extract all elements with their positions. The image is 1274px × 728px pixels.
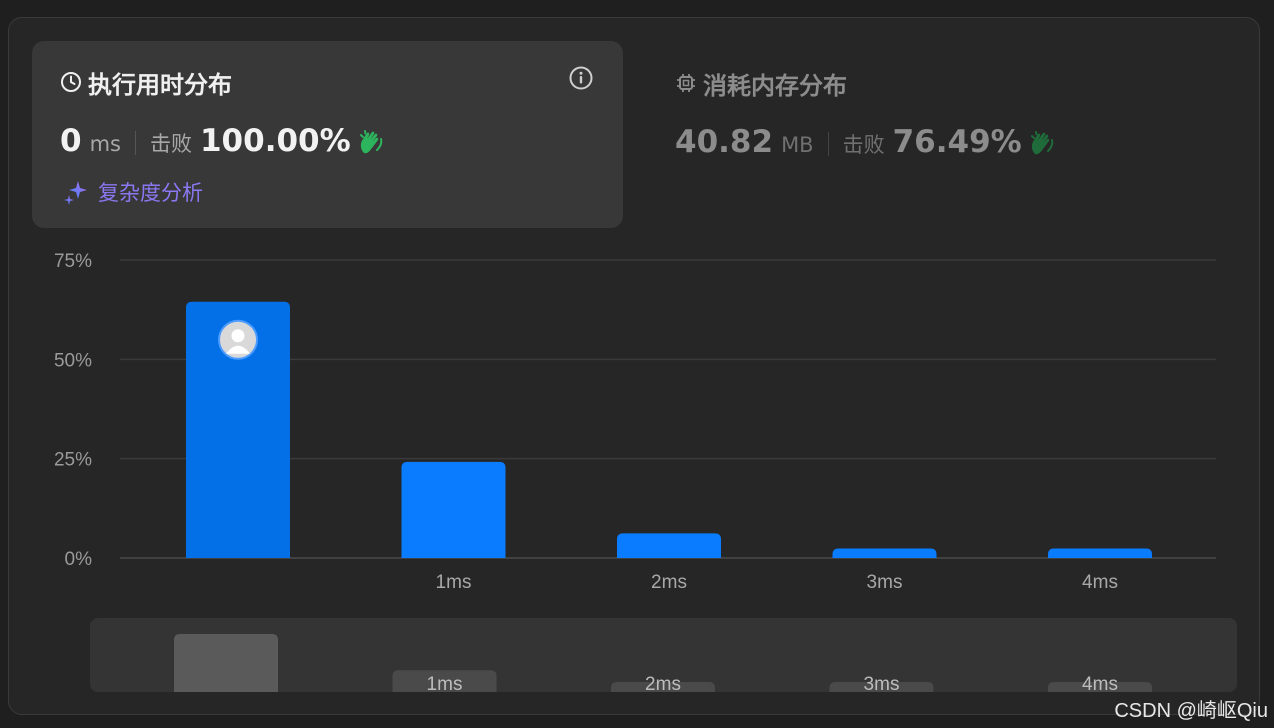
x-tick-label: 1ms (436, 572, 472, 593)
x-axis-ticks: 1ms 2ms 3ms 4ms (436, 572, 1118, 593)
overview-label: 3ms (864, 674, 900, 695)
y-tick-label: 0% (65, 549, 93, 570)
overview-label: 1ms (427, 674, 463, 695)
bar[interactable] (617, 533, 721, 558)
watermark: CSDN @崎岖Qiu (1114, 700, 1268, 722)
y-tick-label: 75% (54, 251, 92, 272)
y-tick-label: 25% (54, 450, 92, 471)
runtime-bar-chart: 0% 25% 50% 75% 1ms 2ms 3ms 4ms 1ms 2ms 3ms 4ms (54, 251, 1237, 695)
x-tick-label: 3ms (867, 572, 903, 593)
y-axis-ticks: 0% 25% 50% 75% (54, 251, 92, 570)
chart-bars (186, 301, 1152, 558)
user-avatar (218, 319, 258, 360)
overview-bar (174, 634, 278, 692)
overview-label: 2ms (645, 674, 681, 695)
overview-label: 4ms (1082, 674, 1118, 695)
y-tick-label: 50% (54, 350, 92, 371)
bar[interactable] (832, 548, 937, 558)
bar[interactable] (1048, 548, 1152, 558)
avatar-head (231, 329, 245, 343)
x-tick-label: 2ms (651, 572, 687, 593)
x-tick-label: 4ms (1082, 572, 1118, 593)
bar[interactable] (401, 461, 506, 558)
